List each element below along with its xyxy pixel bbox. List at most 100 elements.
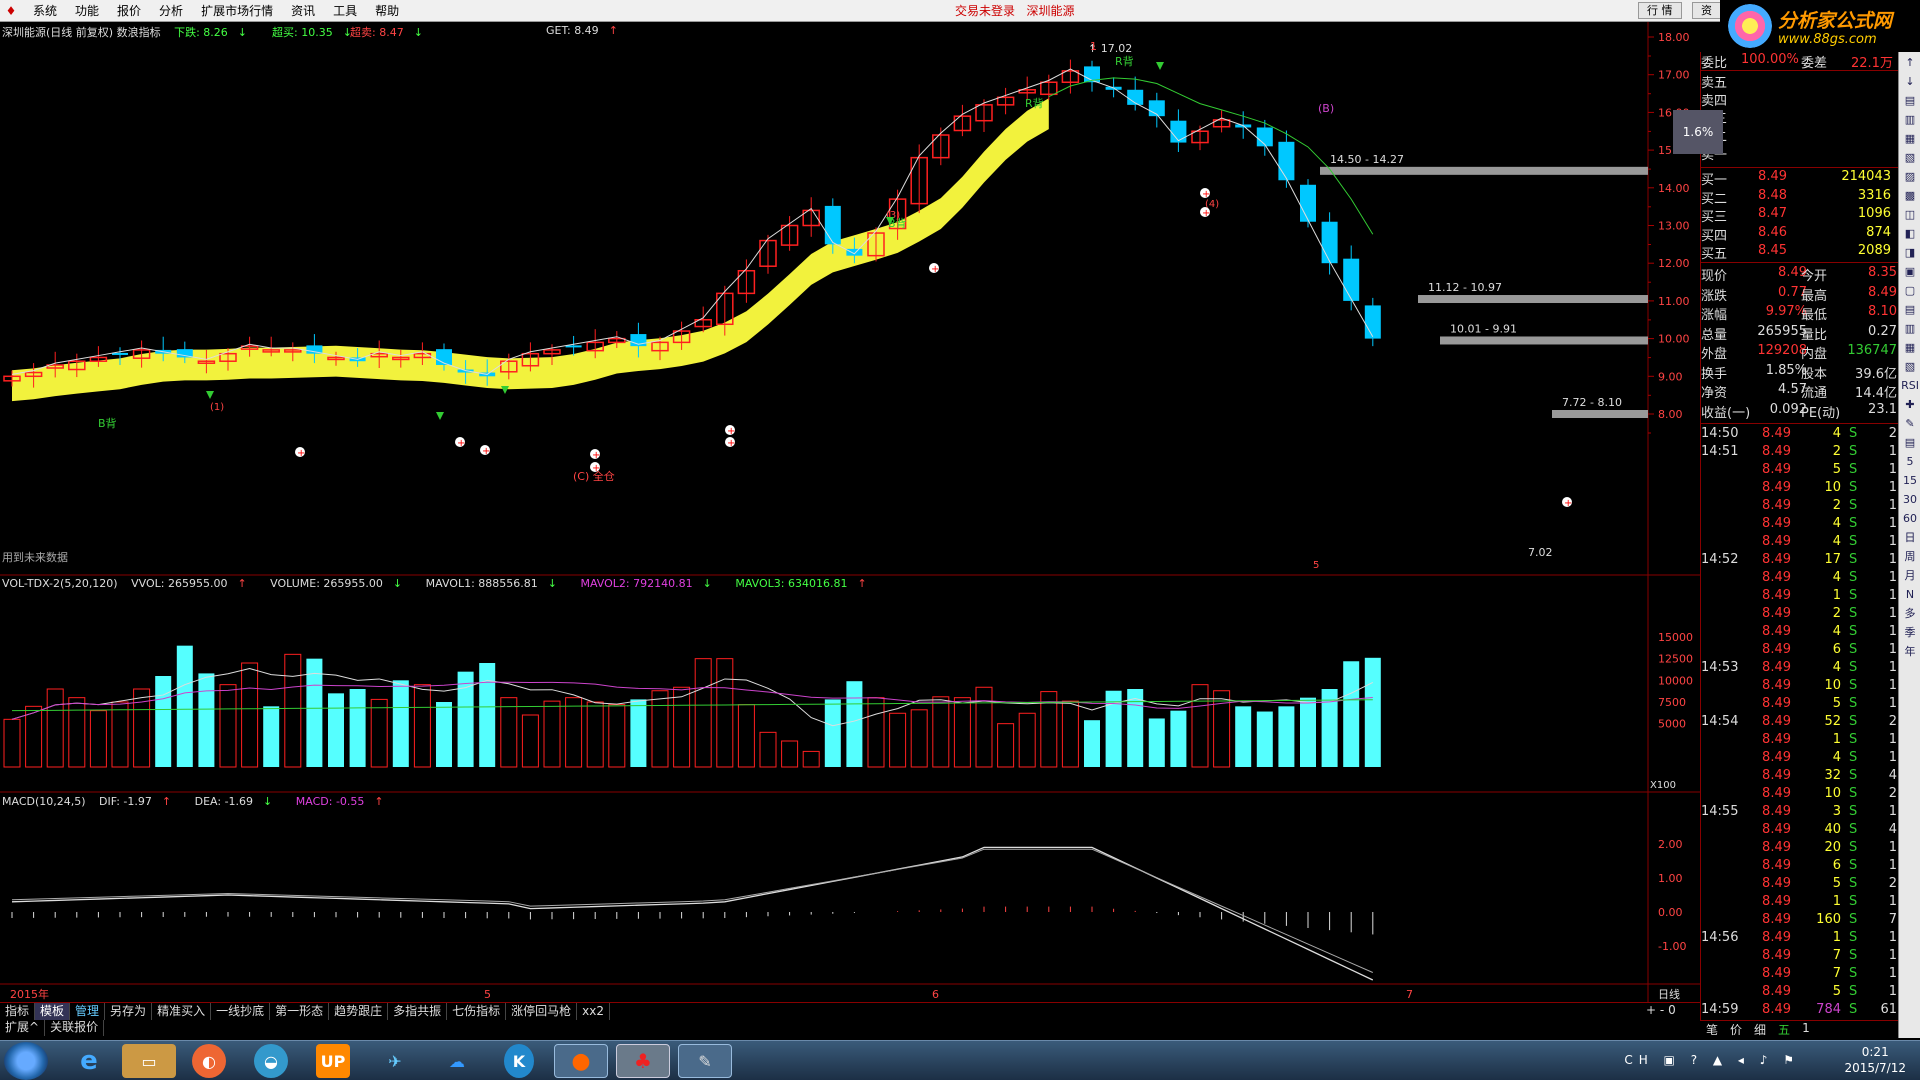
stat-label-2: 量比 xyxy=(1801,327,1828,343)
stat-row: 现价 8.49 今开 8.35 xyxy=(1701,265,1899,284)
stat-value-2: 8.49 xyxy=(1868,284,1897,300)
side-tool-icon[interactable]: 5 xyxy=(1901,454,1919,470)
side-tool-icon[interactable]: 周 xyxy=(1901,549,1919,565)
ie-icon[interactable]: e xyxy=(62,1044,116,1078)
tick-volume: 40 xyxy=(1824,822,1841,837)
tab-manage[interactable]: 管理 xyxy=(70,1003,106,1020)
side-tool-icon[interactable]: ▧ xyxy=(1901,359,1919,375)
side-tool-icon[interactable]: ▨ xyxy=(1901,169,1919,185)
menu-item-analysis[interactable]: 分析 xyxy=(150,2,192,19)
volume-bar-down xyxy=(349,689,366,767)
panel-footer-tab[interactable]: 笔 xyxy=(1700,1021,1724,1038)
tab-multi-resonance[interactable]: 多指共振 xyxy=(388,1003,448,1020)
side-tool-icon[interactable]: ◨ xyxy=(1901,245,1919,261)
bid-price: 8.48 xyxy=(1758,187,1787,203)
bid-label: 买四 xyxy=(1701,228,1728,244)
side-tool-icon[interactable]: ↓ xyxy=(1901,74,1919,90)
side-tool-icon[interactable]: ▩ xyxy=(1901,188,1919,204)
side-tool-icon[interactable]: ▣ xyxy=(1901,264,1919,280)
menu-item-news[interactable]: 资讯 xyxy=(282,2,324,19)
tab-precise-buy[interactable]: 精准买入 xyxy=(152,1003,212,1020)
tab-indicator[interactable]: 指标 xyxy=(0,1003,36,1020)
tick-volume: 52 xyxy=(1824,714,1841,729)
folder-icon[interactable]: ▭ xyxy=(122,1044,176,1078)
menu-item-quote[interactable]: 报价 xyxy=(108,2,150,19)
info-mode-button[interactable]: 资 xyxy=(1692,2,1721,19)
panel-footer-tab[interactable]: 细 xyxy=(1748,1021,1772,1038)
volume-bar-down xyxy=(846,681,863,767)
side-tool-icon[interactable]: ▥ xyxy=(1901,112,1919,128)
side-tool-icon[interactable]: 多 xyxy=(1901,606,1919,622)
side-tool-icon[interactable]: ▧ xyxy=(1901,150,1919,166)
app-blue-icon[interactable]: ◒ xyxy=(254,1044,288,1078)
chart-area[interactable]: 14.50 - 14.27 11.12 - 10.97 10.01 - 9.91 7.… xyxy=(0,22,1700,1022)
ask-row: 卖二 xyxy=(1701,126,1899,145)
panel-footer-tab[interactable]: 1 xyxy=(1796,1021,1816,1038)
side-tool-icon[interactable]: 年 xyxy=(1901,644,1919,660)
paint-app-icon[interactable]: ✎ xyxy=(678,1044,732,1078)
side-tool-icon[interactable]: 30 xyxy=(1901,492,1919,508)
tick-side: S xyxy=(1849,732,1858,747)
side-tool-icon[interactable]: N xyxy=(1901,587,1919,603)
tick-side: S xyxy=(1849,696,1858,711)
side-tool-icon[interactable]: ▤ xyxy=(1901,93,1919,109)
tick-volume: 2 xyxy=(1832,606,1841,621)
menu-bar: ♦ 系统 功能 报价 分析 扩展市场行情 资讯 工具 帮助 交易未登录 深圳能源… xyxy=(0,0,1721,22)
tick-price: 8.49 xyxy=(1762,642,1791,657)
side-tool-icon[interactable]: ▦ xyxy=(1901,340,1919,356)
tab-trend-follow[interactable]: 趋势跟庄 xyxy=(329,1003,389,1020)
side-tool-icon[interactable]: RSI xyxy=(1901,378,1919,394)
menu-item-function[interactable]: 功能 xyxy=(66,2,108,19)
k-app-icon[interactable]: K xyxy=(504,1044,534,1078)
brand-banner: 分析家公式网 www.88gs.com xyxy=(1720,0,1920,52)
mail-icon[interactable]: ✈ xyxy=(368,1044,422,1078)
side-tool-icon[interactable]: ▦ xyxy=(1901,131,1919,147)
side-tool-icon[interactable]: 60 xyxy=(1901,511,1919,527)
side-tool-icon[interactable]: 15 xyxy=(1901,473,1919,489)
panel-footer-tab[interactable]: 五 xyxy=(1772,1021,1796,1038)
app-active-orange-icon[interactable]: ● xyxy=(554,1044,608,1078)
weibi-row: 委比 100.00% 委差 22.1万 xyxy=(1701,52,1893,71)
tab-first-form[interactable]: 第一形态 xyxy=(270,1003,330,1020)
side-tool-icon[interactable]: ◫ xyxy=(1901,207,1919,223)
panel-footer-tab[interactable]: 价 xyxy=(1724,1021,1748,1038)
tab-template[interactable]: 模板 xyxy=(35,1003,71,1020)
zoom-controls[interactable]: + - 0 xyxy=(1646,1003,1676,1017)
menu-item-ext-market[interactable]: 扩展市场行情 xyxy=(192,2,282,19)
side-tool-icon[interactable]: ▥ xyxy=(1901,321,1919,337)
upupoo-icon[interactable]: UP xyxy=(316,1044,350,1078)
stock-app-icon[interactable]: ♣ xyxy=(616,1044,670,1078)
side-tool-icon[interactable]: 月 xyxy=(1901,568,1919,584)
bid-price: 8.46 xyxy=(1758,224,1787,240)
side-tool-icon[interactable]: 季 xyxy=(1901,625,1919,641)
tab-bottom-fish[interactable]: 一线抄底 xyxy=(211,1003,271,1020)
candle-body-down xyxy=(1364,305,1381,339)
clock[interactable]: 0:21 2015/7/12 xyxy=(1844,1044,1906,1076)
quote-mode-button[interactable]: 行 情 xyxy=(1638,2,1682,19)
cloud-icon[interactable]: ☁ xyxy=(430,1044,484,1078)
sell-signal-plus: + xyxy=(457,438,465,449)
side-tool-icon[interactable]: ▤ xyxy=(1901,302,1919,318)
side-tool-icon[interactable]: ↑ xyxy=(1901,55,1919,71)
side-tool-icon[interactable]: ▤ xyxy=(1901,435,1919,451)
side-tool-icon[interactable]: 日 xyxy=(1901,530,1919,546)
system-tray[interactable]: CH ▣ ? ▲ ◂ ♪ ⚑ xyxy=(1624,1053,1800,1067)
tab-related-quote[interactable]: 关联报价 xyxy=(45,1020,105,1036)
side-tool-icon[interactable]: ◧ xyxy=(1901,226,1919,242)
start-button[interactable] xyxy=(4,1042,48,1080)
tab-limit-up[interactable]: 涨停回马枪 xyxy=(506,1003,578,1020)
menu-item-tools[interactable]: 工具 xyxy=(324,2,366,19)
side-tool-icon[interactable]: ✎ xyxy=(1901,416,1919,432)
volume-bar-down xyxy=(436,702,452,767)
tab-save-as[interactable]: 另存为 xyxy=(105,1003,153,1020)
menu-item-system[interactable]: 系统 xyxy=(24,2,66,19)
menu-item-help[interactable]: 帮助 xyxy=(366,2,408,19)
tick-volume: 7 xyxy=(1832,966,1841,981)
stat-label-1: 涨跌 xyxy=(1701,288,1728,304)
app-orange-icon[interactable]: ◐ xyxy=(192,1044,226,1078)
tab-xx2[interactable]: xx2 xyxy=(577,1003,611,1020)
side-tool-icon[interactable]: ✚ xyxy=(1901,397,1919,413)
tab-extend[interactable]: 扩展^ xyxy=(0,1020,46,1036)
side-tool-icon[interactable]: ▢ xyxy=(1901,283,1919,299)
tab-seven-injury[interactable]: 七伤指标 xyxy=(447,1003,507,1020)
